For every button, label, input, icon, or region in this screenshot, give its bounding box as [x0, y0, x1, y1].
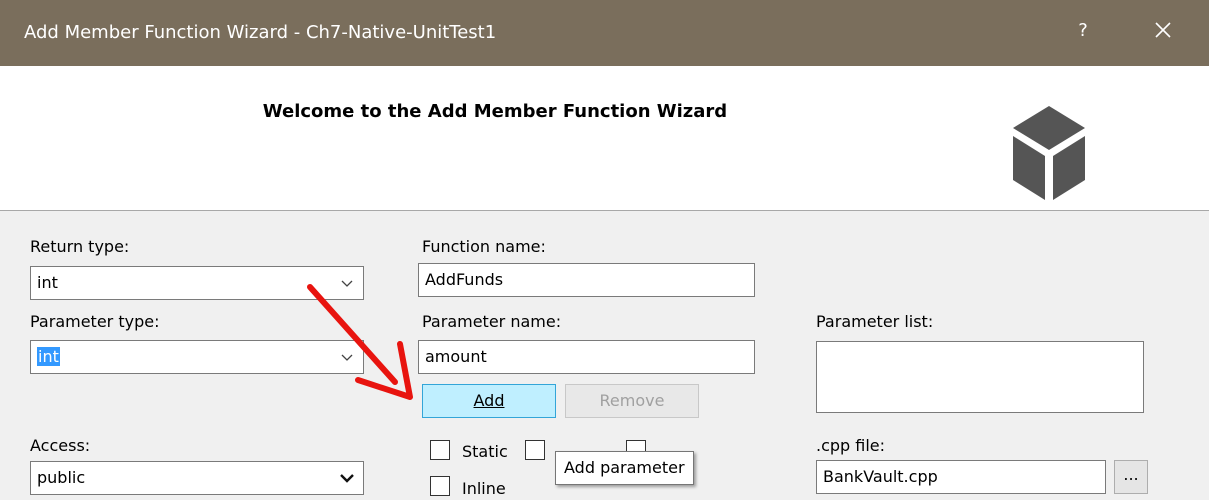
annotation-arrow: [307, 284, 413, 400]
